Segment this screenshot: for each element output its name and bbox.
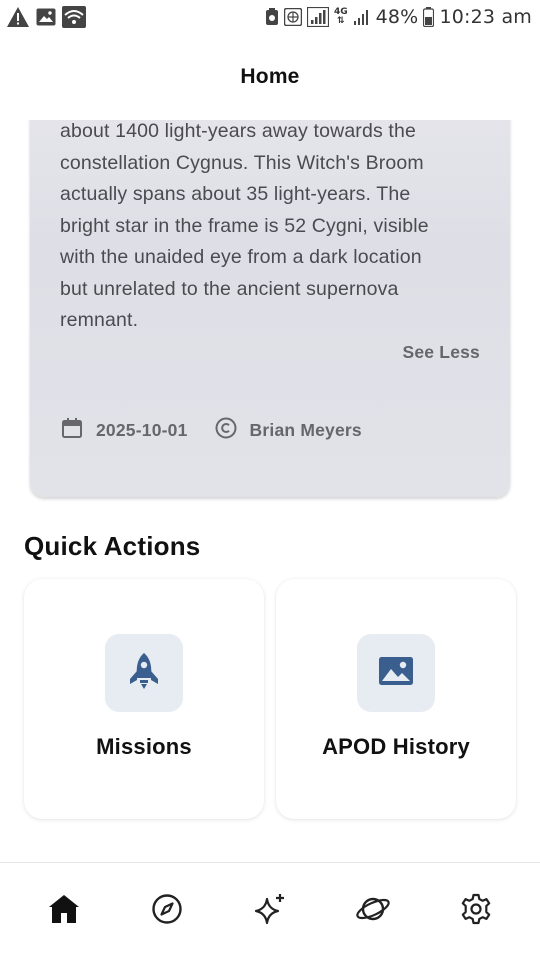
nav-settings[interactable]: [446, 882, 506, 942]
compass-icon: [151, 893, 183, 930]
nav-ai[interactable]: [240, 882, 300, 942]
see-less-button[interactable]: See Less: [403, 342, 481, 363]
data-saver-icon: [265, 8, 279, 26]
quick-actions-title: Quick Actions: [24, 531, 201, 561]
warning-icon: [6, 6, 30, 28]
signal-bars-icon: [353, 8, 371, 26]
sparkles-icon: [253, 892, 287, 931]
copyright-meta: Brian Meyers: [214, 416, 362, 445]
apod-date: 2025-10-01: [96, 420, 188, 440]
description-line: actually spans about 35 light-years. The: [60, 183, 411, 205]
clock: 10:23 am: [439, 6, 532, 28]
apod-description: about 1400 light-years away towards the …: [60, 120, 480, 337]
apod-history-card[interactable]: APOD History: [276, 579, 516, 819]
description-line: bright star in the frame is 52 Cygni, vi…: [60, 214, 429, 237]
page-title: Home: [240, 65, 300, 88]
apod-history-icon-box: [357, 634, 435, 712]
vpn-globe-icon: [283, 8, 302, 26]
home-icon: [48, 894, 80, 929]
top-app-bar: Home: [0, 34, 540, 120]
description-line: constellation Cygnus. This Witch's Broom: [60, 151, 424, 174]
description-line: but unrelated to the ancient supernova: [60, 277, 399, 300]
gallery-icon: [36, 8, 56, 26]
signal-strength-icon: [306, 7, 329, 27]
description-line: with the unaided eye from a dark locatio…: [60, 246, 422, 268]
scroll-content[interactable]: about 1400 light-years away towards the …: [0, 120, 540, 862]
planet-icon: [355, 893, 391, 930]
status-bar: 4G ⇅ 48% 10:23 am: [0, 0, 540, 34]
wifi-icon: [62, 6, 86, 28]
apod-meta: 2025-10-01 Brian Meyers: [60, 416, 388, 445]
settings-icon: [460, 893, 492, 930]
description-line: about 1400 light-years away towards the: [60, 120, 416, 142]
battery-percentage: 48%: [375, 6, 419, 28]
date-meta: 2025-10-01: [60, 416, 188, 445]
network-type-label: 4G ⇅: [333, 7, 348, 26]
nav-home[interactable]: [34, 882, 94, 942]
calendar-icon: [60, 416, 84, 445]
apod-card: about 1400 light-years away towards the …: [30, 120, 510, 497]
description-line: remnant.: [60, 309, 139, 331]
missions-icon-box: [105, 634, 183, 712]
copyright-icon: [214, 416, 238, 445]
missions-label: Missions: [96, 734, 192, 759]
apod-history-label: APOD History: [322, 734, 470, 759]
rocket-icon: [127, 651, 161, 696]
bottom-navigation: [0, 862, 540, 960]
apod-copyright: Brian Meyers: [249, 420, 362, 440]
image-icon: [378, 655, 414, 692]
nav-planets[interactable]: [343, 882, 403, 942]
nav-explore[interactable]: [137, 882, 197, 942]
battery-icon: [423, 7, 435, 27]
missions-card[interactable]: Missions: [24, 579, 264, 819]
